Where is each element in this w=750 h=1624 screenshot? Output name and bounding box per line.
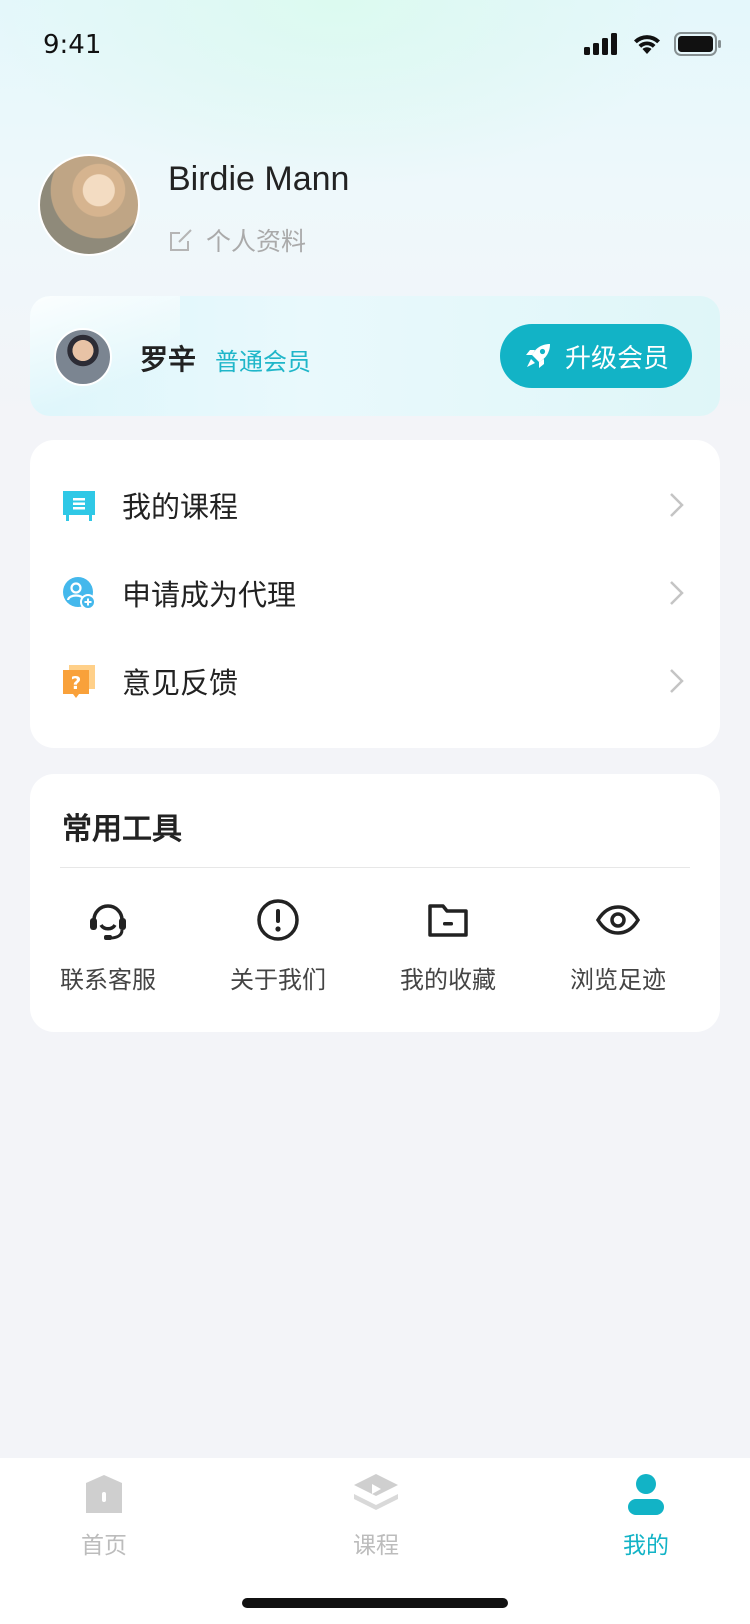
home-icon xyxy=(86,1475,122,1513)
tool-label: 浏览足迹 xyxy=(570,966,666,994)
member-card: 罗辛 普通会员 升级会员 xyxy=(30,296,720,416)
status-icons xyxy=(584,32,722,56)
feedback-question-icon: ? xyxy=(63,665,95,698)
tool-contact-support[interactable]: 联系客服 xyxy=(38,898,178,995)
folder-icon xyxy=(428,904,468,937)
menu-item-label: 我的课程 xyxy=(122,490,239,524)
profile-icon xyxy=(628,1474,664,1515)
add-user-icon xyxy=(63,577,96,610)
menu-item-feedback[interactable]: ? 意见反馈 xyxy=(30,636,720,726)
tab-label: 首页 xyxy=(81,1533,127,1559)
member-name: 罗辛 xyxy=(140,343,197,376)
tool-about-us[interactable]: 关于我们 xyxy=(208,898,348,995)
status-time: 9:41 xyxy=(43,30,102,60)
signal-icon xyxy=(584,33,617,55)
tab-mine[interactable]: 我的 xyxy=(576,1472,716,1560)
svg-text:?: ? xyxy=(71,673,81,694)
edit-profile-link[interactable]: 个人资料 xyxy=(168,222,306,258)
chevron-right-icon xyxy=(670,493,684,517)
chevron-right-icon xyxy=(670,581,684,605)
headset-icon xyxy=(90,904,126,940)
battery-icon xyxy=(674,32,721,56)
menu-item-apply-agent[interactable]: 申请成为代理 xyxy=(30,548,720,638)
upgrade-member-button[interactable]: 升级会员 xyxy=(500,324,692,388)
menu-item-label: 申请成为代理 xyxy=(122,578,297,612)
menu-item-my-courses[interactable]: 我的课程 xyxy=(30,460,720,550)
profile-avatar[interactable] xyxy=(38,154,140,256)
info-circle-icon xyxy=(257,899,299,941)
tool-label: 我的收藏 xyxy=(400,966,496,994)
home-indicator xyxy=(242,1598,508,1608)
upgrade-member-label: 升级会员 xyxy=(564,343,669,374)
tab-home[interactable]: 首页 xyxy=(34,1472,174,1560)
course-icon xyxy=(354,1474,398,1510)
tools-divider xyxy=(60,867,690,868)
tools-title: 常用工具 xyxy=(62,812,182,847)
tool-label: 关于我们 xyxy=(230,966,326,994)
profile-name: Birdie Mann xyxy=(168,160,350,198)
tab-label: 课程 xyxy=(353,1533,399,1559)
eye-icon xyxy=(596,905,640,935)
course-board-icon xyxy=(63,491,95,521)
menu-item-label: 意见反馈 xyxy=(122,666,239,700)
tool-label: 联系客服 xyxy=(60,966,156,994)
member-avatar xyxy=(54,328,112,386)
tool-browse-history[interactable]: 浏览足迹 xyxy=(548,898,688,995)
wifi-icon xyxy=(634,35,660,54)
menu-card: 我的课程 申请成为代理 ? 意见反馈 xyxy=(30,440,720,748)
chevron-right-icon xyxy=(670,669,684,693)
tool-my-favorites[interactable]: 我的收藏 xyxy=(378,898,518,995)
edit-profile-label: 个人资料 xyxy=(206,227,307,256)
tab-label: 我的 xyxy=(623,1533,669,1559)
member-level-badge: 普通会员 xyxy=(215,348,311,376)
edit-icon xyxy=(170,229,192,251)
tab-courses[interactable]: 课程 xyxy=(306,1472,446,1560)
tools-card: 常用工具 联系客服 关于我们 我的收藏 浏览足迹 xyxy=(30,774,720,1032)
rocket-icon xyxy=(525,344,550,368)
